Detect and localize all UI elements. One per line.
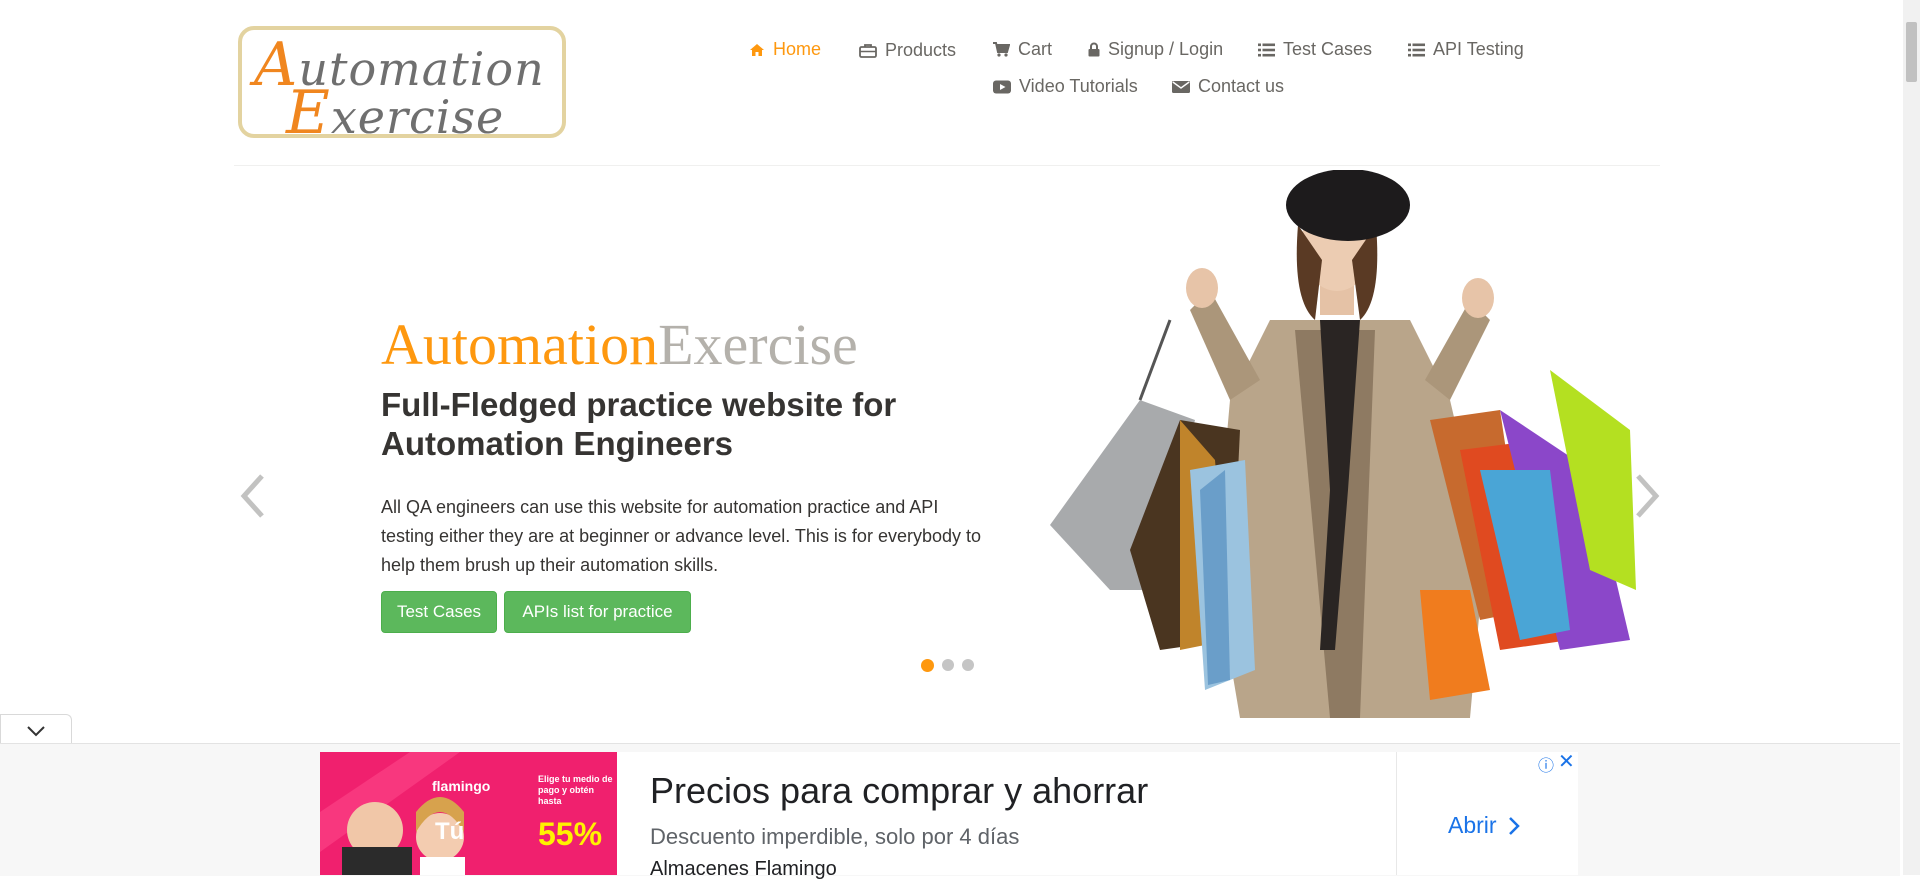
list-icon (1408, 43, 1425, 56)
nav-cart-label: Cart (1018, 39, 1053, 59)
nav-signup-login-label: Signup / Login (1108, 39, 1224, 59)
ad-info-icon[interactable]: ⓘ (1538, 752, 1554, 776)
nav-signup-login[interactable]: Signup / Login (1088, 39, 1223, 60)
ad-banner-image[interactable]: flamingo Elige tu medio de pago y obtén … (320, 752, 617, 875)
carousel-dot-2[interactable] (942, 659, 954, 671)
envelope-icon (1172, 80, 1190, 93)
ad-open-label: Abrir (1448, 812, 1497, 838)
nav-test-cases[interactable]: Test Cases (1258, 39, 1372, 60)
nav-home-label: Home (773, 39, 822, 59)
nav-test-cases-label: Test Cases (1283, 39, 1373, 59)
nav-home[interactable]: Home (749, 39, 821, 60)
lock-icon (1088, 42, 1100, 57)
test-cases-button[interactable]: Test Cases (381, 591, 497, 633)
ad-open-button[interactable]: Abrir (1448, 812, 1521, 839)
ad-banner-discount: 55% (538, 816, 603, 852)
ad-banner-tu: Tú (435, 818, 465, 845)
ad-description: Descuento imperdible, solo por 4 días (650, 824, 1020, 849)
nav-video-tutorials[interactable]: Video Tutorials (993, 76, 1138, 97)
scrollbar-thumb[interactable] (1906, 22, 1917, 82)
nav-cart[interactable]: Cart (993, 39, 1052, 60)
carousel-prev-arrow[interactable] (238, 472, 266, 525)
carousel-dot-1[interactable] (921, 659, 934, 672)
nav-products[interactable]: Products (859, 40, 956, 61)
hero-description: All QA engineers can use this website fo… (381, 497, 982, 575)
briefcase-icon (859, 44, 877, 58)
hero-heading: Full-Fledged practice website for Automa… (381, 386, 897, 462)
nav-contact-us[interactable]: Contact us (1172, 76, 1284, 97)
ad-banner-headline: Elige tu medio de pago y obtén hasta (538, 774, 613, 806)
ad-title[interactable]: Precios para comprar y ahorrar (650, 770, 1148, 812)
chevron-left-icon (240, 474, 264, 518)
nav-video-tutorials-label: Video Tutorials (1019, 76, 1138, 96)
hero-shopping-girl-image (1030, 170, 1636, 718)
carousel-indicators (921, 659, 982, 672)
ad-separator (1396, 752, 1397, 875)
chevron-down-icon (27, 726, 45, 737)
nav-contact-us-label: Contact us (1198, 76, 1285, 96)
apis-list-button[interactable]: APIs list for practice (504, 591, 691, 633)
ad-banner-brand: flamingo (432, 778, 491, 794)
ad-advertiser: Almacenes Flamingo (650, 858, 837, 880)
youtube-play-icon (993, 80, 1011, 93)
logo-line-2: Exercise (286, 78, 505, 148)
nav-products-label: Products (885, 40, 957, 60)
nav-api-testing-label: API Testing (1433, 39, 1524, 59)
carousel-dot-3[interactable] (962, 659, 974, 671)
ad-unit[interactable]: flamingo Elige tu medio de pago y obtén … (320, 749, 1578, 880)
ad-collapse-tab[interactable] (0, 714, 72, 744)
chevron-right-icon (1636, 474, 1660, 518)
site-logo[interactable]: Automation Exercise (238, 26, 566, 148)
ad-close-icon[interactable]: ✕ (1558, 749, 1575, 774)
page-scrollbar[interactable] (1903, 0, 1920, 875)
list-icon (1258, 43, 1275, 56)
hero-brand-title: AutomationExercise (381, 312, 858, 377)
home-icon (750, 43, 764, 56)
cart-icon (993, 42, 1010, 57)
header-divider (234, 165, 1660, 166)
carousel-next-arrow[interactable] (1634, 472, 1662, 525)
chevron-right-icon (1508, 816, 1520, 835)
nav-api-testing[interactable]: API Testing (1408, 39, 1524, 60)
